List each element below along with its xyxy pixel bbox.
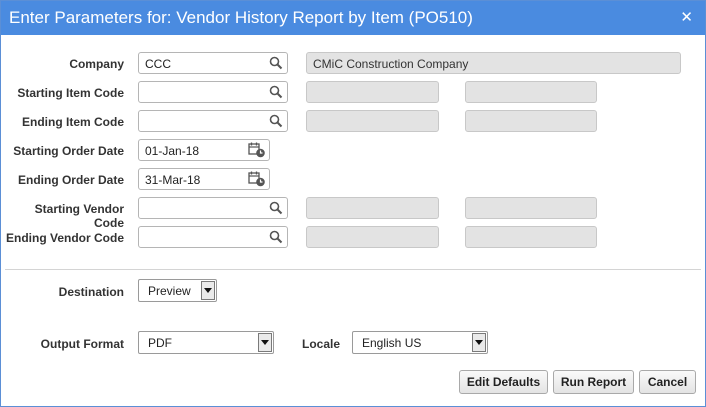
- ending-item-extra-field: [465, 110, 597, 132]
- dropdown-arrow-icon[interactable]: [472, 333, 486, 352]
- starting-order-date-value: 01-Jan-18: [145, 144, 200, 158]
- ending-order-date-label: Ending Order Date: [17, 173, 124, 187]
- output-format-value: PDF: [148, 336, 172, 350]
- search-icon[interactable]: [269, 85, 283, 99]
- locale-select[interactable]: English US: [352, 331, 488, 354]
- starting-item-code-label: Starting Item Code: [17, 86, 124, 100]
- starting-vendor-code-label: Starting Vendor Code: [34, 202, 124, 230]
- close-icon[interactable]: ✕: [680, 8, 693, 26]
- company-field[interactable]: CCC: [138, 52, 288, 74]
- destination-select[interactable]: Preview: [138, 279, 217, 302]
- starting-item-extra-field: [465, 81, 597, 103]
- starting-order-date-field[interactable]: 01-Jan-18: [138, 139, 270, 161]
- search-icon[interactable]: [269, 230, 283, 244]
- edit-defaults-button[interactable]: Edit Defaults: [459, 370, 548, 394]
- search-icon[interactable]: [269, 56, 283, 70]
- dropdown-arrow-icon[interactable]: [201, 281, 215, 300]
- starting-item-description-field: [306, 81, 439, 103]
- ending-vendor-description-field: [306, 226, 439, 248]
- ending-vendor-extra-field: [465, 226, 597, 248]
- destination-label: Destination: [58, 285, 124, 299]
- starting-item-code-field[interactable]: [138, 81, 288, 103]
- ending-order-date-field[interactable]: 31-Mar-18: [138, 168, 270, 190]
- ending-item-description-field: [306, 110, 439, 132]
- ending-vendor-code-field[interactable]: [138, 226, 288, 248]
- run-report-button[interactable]: Run Report: [553, 370, 634, 394]
- starting-vendor-code-field[interactable]: [138, 197, 288, 219]
- calendar-icon[interactable]: [248, 142, 266, 158]
- ending-item-code-field[interactable]: [138, 110, 288, 132]
- report-parameters-dialog: Enter Parameters for: Vendor History Rep…: [0, 0, 706, 407]
- ending-vendor-code-label: Ending Vendor Code: [5, 231, 124, 245]
- starting-order-date-label: Starting Order Date: [13, 144, 124, 158]
- output-format-label: Output Format: [40, 337, 124, 351]
- company-description: CMiC Construction Company: [313, 57, 469, 71]
- company-value: CCC: [145, 57, 171, 71]
- company-label: Company: [69, 57, 124, 71]
- calendar-icon[interactable]: [248, 171, 266, 187]
- dialog-titlebar: Enter Parameters for: Vendor History Rep…: [1, 1, 705, 35]
- starting-vendor-extra-field: [465, 197, 597, 219]
- cancel-button[interactable]: Cancel: [639, 370, 696, 394]
- section-divider: [5, 269, 701, 270]
- company-description-field: CMiC Construction Company: [306, 52, 681, 74]
- search-icon[interactable]: [269, 114, 283, 128]
- ending-order-date-value: 31-Mar-18: [145, 173, 201, 187]
- ending-item-code-label: Ending Item Code: [22, 115, 124, 129]
- destination-value: Preview: [148, 284, 191, 298]
- locale-label: Locale: [301, 337, 340, 351]
- search-icon[interactable]: [269, 201, 283, 215]
- locale-value: English US: [362, 336, 422, 350]
- dialog-title: Enter Parameters for: Vendor History Rep…: [9, 8, 473, 27]
- starting-vendor-description-field: [306, 197, 439, 219]
